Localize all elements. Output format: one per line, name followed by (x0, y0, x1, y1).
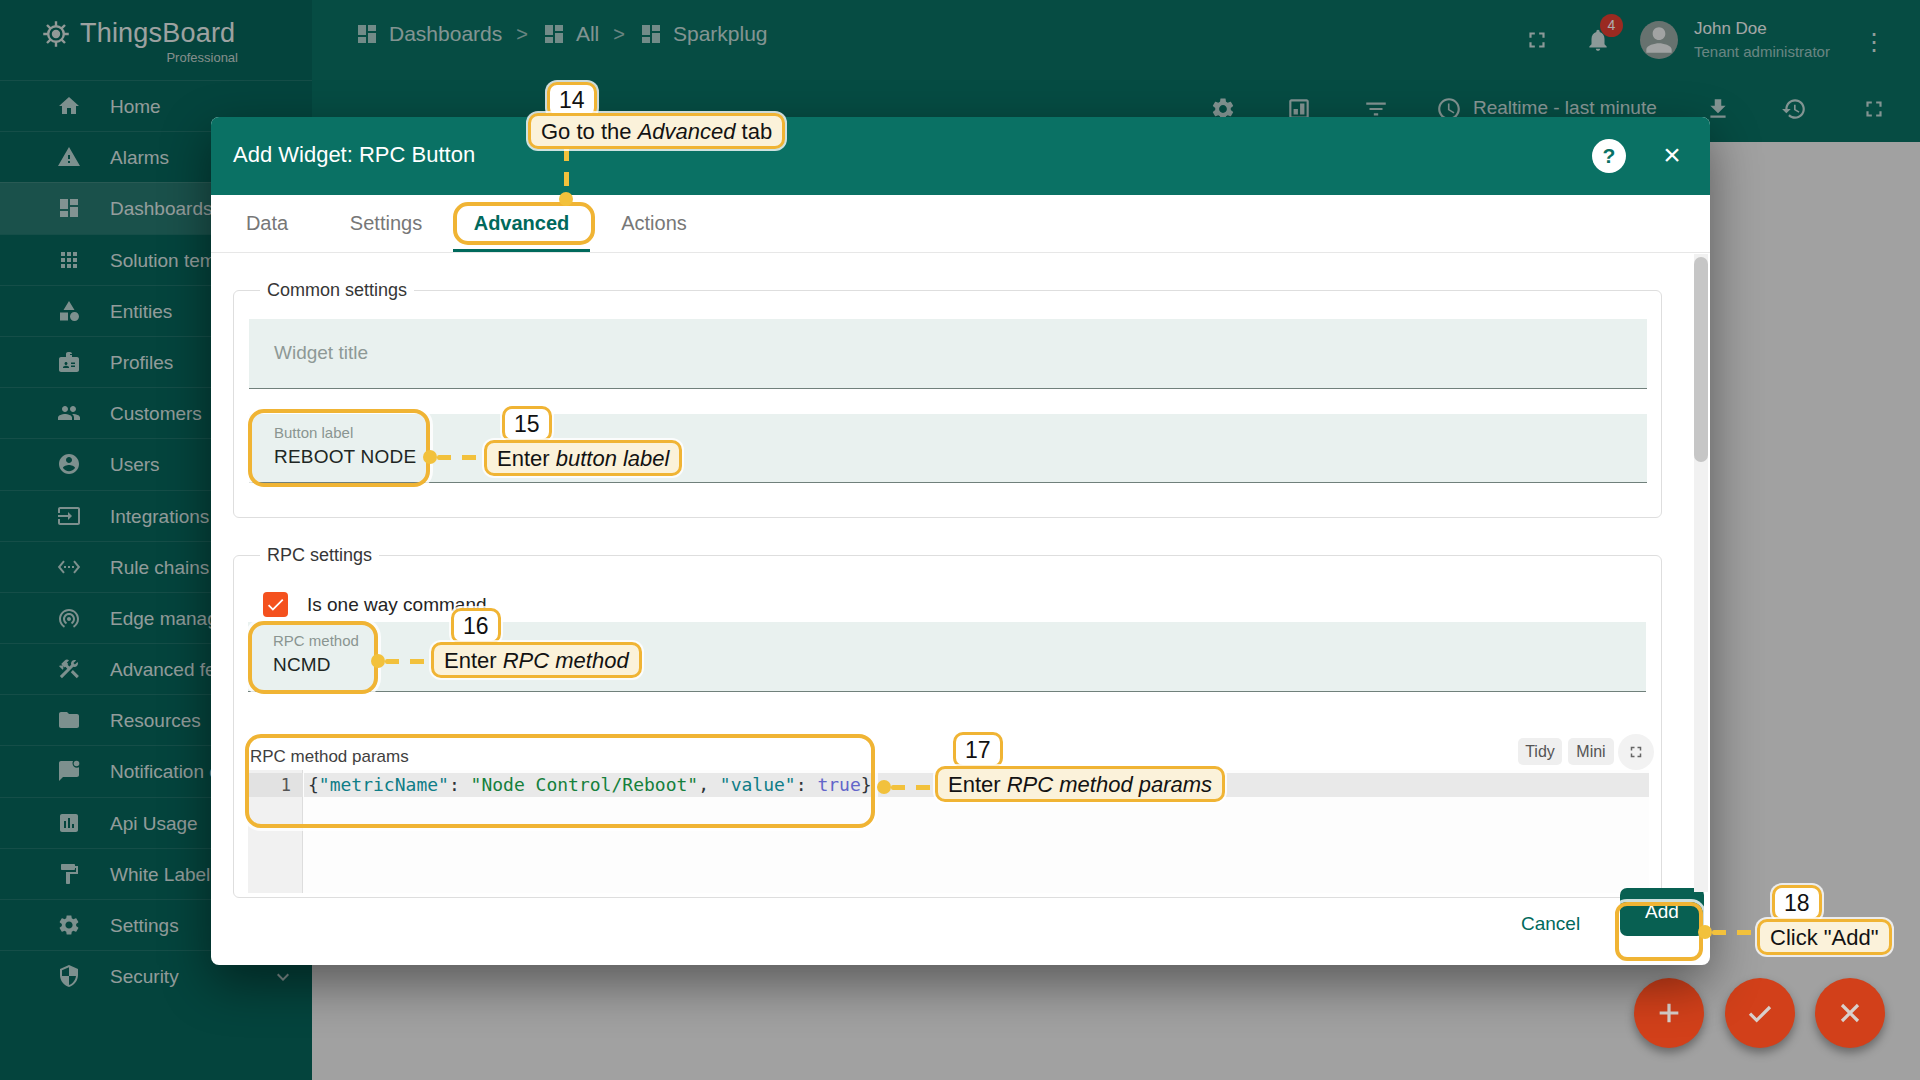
active-tab-indicator (453, 249, 590, 252)
annotation-connector (385, 659, 431, 664)
tab-settings[interactable]: Settings (328, 195, 444, 252)
annotation-text: Enter button label (484, 440, 682, 476)
decline-changes-fab[interactable] (1815, 978, 1885, 1048)
annotation-box-advanced-tab (453, 202, 595, 245)
button-label-field[interactable]: Button label REBOOT NODE (249, 414, 1647, 483)
tab-actions[interactable]: Actions (599, 195, 709, 252)
annotation-text: Click "Add" (1757, 919, 1892, 955)
plus-icon (1653, 997, 1685, 1029)
annotation-connector (564, 147, 569, 193)
annotation-box-rpc-params (245, 734, 875, 828)
annotation-dot (1698, 925, 1712, 939)
annotation-dot (559, 192, 573, 206)
one-way-checkbox[interactable] (263, 592, 288, 617)
close-icon (1834, 997, 1866, 1029)
annotation-step-number: 17 (953, 732, 1003, 768)
expand-editor-button[interactable] (1618, 734, 1654, 770)
annotation-text: Enter RPC method (431, 642, 642, 678)
dialog-tabs: Data Settings Advanced Actions (211, 195, 1710, 253)
annotation-box-button-label (248, 409, 430, 487)
fieldset-legend: RPC settings (260, 545, 379, 566)
annotation-dot (877, 780, 891, 794)
tab-data[interactable]: Data (223, 195, 311, 252)
annotation-box-add-button (1615, 902, 1703, 961)
annotation-step-number: 15 (502, 406, 552, 442)
annotation-step-number: 16 (451, 608, 501, 644)
fieldset-legend: Common settings (260, 280, 414, 301)
dialog-title: Add Widget: RPC Button (233, 142, 475, 168)
close-icon[interactable]: × (1655, 139, 1689, 173)
common-settings-fieldset: Common settings Widget title Button labe… (233, 290, 1662, 518)
dialog-scrollbar[interactable] (1694, 254, 1708, 892)
add-widget-dialog: Add Widget: RPC Button ? × Data Settings… (211, 117, 1710, 965)
annotation-dot (371, 654, 385, 668)
annotation-dot (423, 450, 437, 464)
widget-title-field[interactable]: Widget title (249, 319, 1647, 389)
annotation-text: Enter RPC method params (935, 766, 1225, 802)
annotation-connector (1712, 930, 1758, 935)
annotation-connector (437, 455, 484, 460)
app: Dashboards > All > Sparkplug 4 John Doe … (0, 0, 1920, 1080)
cancel-button[interactable]: Cancel (1521, 913, 1580, 935)
annotation-step-number: 18 (1772, 885, 1822, 921)
check-icon (1744, 997, 1776, 1029)
check-icon (265, 594, 286, 615)
annotation-connector (891, 785, 936, 790)
widget-title-placeholder: Widget title (274, 342, 368, 364)
mini-button[interactable]: Mini (1568, 738, 1614, 765)
dialog-actions: Cancel Add (211, 898, 1710, 965)
annotation-box-rpc-method (248, 621, 378, 694)
help-button[interactable]: ? (1592, 139, 1626, 173)
apply-changes-fab[interactable] (1725, 978, 1795, 1048)
scrollbar-thumb[interactable] (1694, 257, 1708, 462)
fullscreen-icon (1627, 743, 1645, 761)
tidy-button[interactable]: Tidy (1518, 738, 1562, 765)
annotation-text: Go to the Advanced tab (528, 113, 785, 149)
dialog-header: Add Widget: RPC Button ? × (211, 117, 1710, 195)
add-widget-fab[interactable] (1634, 978, 1704, 1048)
